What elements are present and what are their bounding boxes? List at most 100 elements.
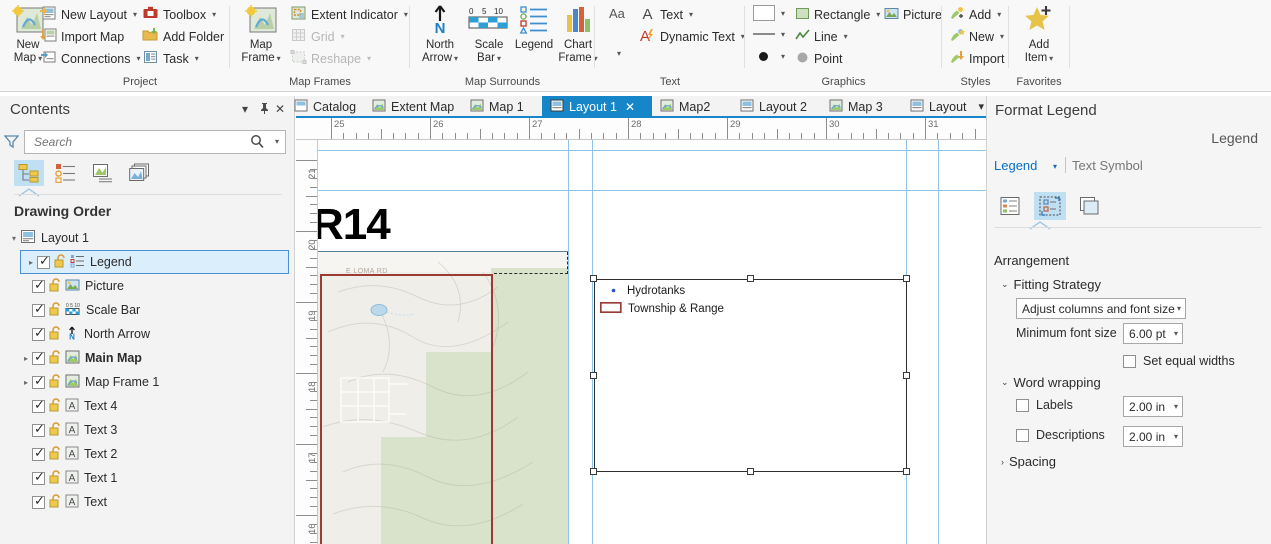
picture-button[interactable]: Picture [882,4,944,25]
search-icon[interactable] [250,134,265,153]
legend-arrangement-tab[interactable] [1034,192,1066,220]
line-symbol-caret-icon[interactable]: ▾ [781,31,785,39]
resize-handle-se[interactable] [903,468,910,475]
polygon-symbol-swatch[interactable] [753,5,775,21]
tree-item-picture[interactable]: Picture [0,274,295,298]
point-symbol-caret-icon[interactable]: ▾ [781,53,785,61]
set-equal-widths-row[interactable]: Set equal widths [1123,354,1235,368]
north-arrow-button[interactable]: N North Arrow ▾ [414,3,466,64]
expander-icon[interactable]: ▾ [8,234,20,243]
layout-page[interactable]: R14 E LOMA RD Hydrotanks Township & Rang… [318,140,986,544]
tab-extent-map[interactable]: Extent Map [364,96,462,118]
add-style-button[interactable]: Add ▾ [947,4,1003,25]
tree-item-text-1[interactable]: A Text 1 [0,466,295,490]
layer-visibility-checkbox[interactable] [32,493,46,509]
list-by-map-frames-tab[interactable] [125,160,155,186]
chevron-down-icon[interactable]: ▾ [876,10,880,19]
legend-element-dropdown[interactable]: Legend [994,158,1037,173]
wrap-labels-checkbox[interactable] [1016,398,1029,412]
wrap-labels-row[interactable]: Labels [1016,398,1073,412]
map-label-r14[interactable]: R14 [318,202,391,248]
contents-search-box[interactable]: ▾ [24,130,286,154]
layer-visibility-checkbox[interactable] [32,301,46,317]
search-options-caret-icon[interactable]: ▾ [275,138,279,146]
new-style-button[interactable]: New ▾ [947,26,1006,47]
layer-visibility-checkbox[interactable] [32,325,46,341]
tree-item-text-4[interactable]: A Text 4 [0,394,295,418]
new-layout-button[interactable]: New Layout ▾ [38,4,139,25]
add-item-button[interactable]: Add Item ▾ [1013,3,1065,64]
legend-element[interactable]: Hydrotanks Township & Range [594,279,907,472]
layer-visibility-checkbox[interactable] [32,421,46,437]
polygon-symbol-caret-icon[interactable]: ▾ [781,10,785,18]
layer-visibility-checkbox[interactable] [32,277,46,293]
chevron-down-icon[interactable]: ▾ [133,10,137,19]
tree-item-text-3[interactable]: A Text 3 [0,418,295,442]
text-symbol-tab[interactable]: Text Symbol [1072,158,1143,173]
chevron-down-icon[interactable]: ▾ [1174,402,1178,411]
layout-canvas[interactable]: 25262728293031323334 212019181716 R14 [296,118,986,544]
layer-visibility-checkbox[interactable] [32,445,46,461]
expander-icon[interactable]: ▸ [25,258,37,267]
resize-handle-sw[interactable] [590,468,597,475]
layer-visibility-checkbox[interactable] [32,469,46,485]
tree-item-text-2[interactable]: A Text 2 [0,442,295,466]
resize-handle-s[interactable] [747,468,754,475]
chevron-down-icon[interactable]: ▾ [195,54,199,63]
layer-visibility-checkbox[interactable] [32,349,46,365]
resize-handle-ne[interactable] [903,275,910,282]
resize-handle-n[interactable] [747,275,754,282]
tree-item-scale-bar[interactable]: 0 5 10 Scale Bar [0,298,295,322]
chevron-down-icon[interactable]: ▾ [689,10,693,19]
contents-pane-menu-icon[interactable]: ▾ [242,102,248,116]
vertical-ruler[interactable]: 21 20 19 18 17 16 [296,140,318,544]
expander-icon[interactable]: ▸ [20,378,32,387]
resize-handle-nw[interactable] [590,275,597,282]
import-style-button[interactable]: Import [947,48,1006,69]
spacing-section[interactable]: › Spacing [1001,454,1056,469]
legend-display-tab[interactable] [994,192,1026,220]
list-by-drawing-order-tab[interactable] [14,160,44,186]
text-button[interactable]: A Text ▾ [637,4,695,25]
legend-frame-tab[interactable] [1074,192,1106,220]
tab-overflow-icon[interactable]: ▾ [978,100,984,113]
chevron-down-icon[interactable]: ▾ [1174,432,1178,441]
wrap-labels-width-dropdown[interactable]: 2.00 in ▾ [1123,396,1183,417]
chevron-down-icon[interactable]: ▾ [1177,304,1181,313]
point-symbol-swatch[interactable] [759,52,768,61]
tab-layout-2[interactable]: Layout 2 [732,96,815,118]
tree-item-main-map[interactable]: ▸ Main Map [0,346,295,370]
toolbox-button[interactable]: Toolbox ▾ [140,4,218,25]
tab-layout-3[interactable]: Layout [902,96,975,118]
minimum-font-size-dropdown[interactable]: 6.00 pt ▾ [1123,323,1183,344]
chevron-down-icon[interactable]: ▾ [1000,32,1004,41]
chevron-down-icon[interactable]: ⌄ [1001,279,1009,290]
tree-item-north-arrow[interactable]: N North Arrow [0,322,295,346]
tree-item-legend[interactable]: ▸ Legend [20,250,289,274]
list-by-selection-tab[interactable] [51,160,81,186]
task-button[interactable]: Task ▾ [140,48,201,69]
horizontal-ruler[interactable]: 25262728293031323334 [296,118,986,140]
tab-map2[interactable]: Map2 [652,96,718,118]
set-equal-widths-checkbox[interactable] [1123,354,1136,368]
close-icon[interactable]: ✕ [625,100,635,114]
tree-item-text[interactable]: A Text [0,490,295,514]
contents-pane-close-icon[interactable]: ✕ [275,102,285,116]
wrap-descriptions-width-dropdown[interactable]: 2.00 in ▾ [1123,426,1183,447]
tab-map-1[interactable]: Map 1 [462,96,532,118]
line-symbol-swatch[interactable] [753,33,775,35]
import-map-button[interactable]: Import Map [38,26,126,47]
layer-visibility-checkbox[interactable] [32,397,46,413]
map-frame-button[interactable]: Map Frame ▾ [235,3,287,64]
add-folder-button[interactable]: Add Folder [140,26,226,47]
chevron-down-icon[interactable]: ▾ [212,10,216,19]
wrap-descriptions-checkbox[interactable] [1016,428,1029,442]
line-button[interactable]: Line ▾ [793,26,850,47]
chevron-down-icon[interactable]: ▾ [997,10,1001,19]
tree-item-map-frame-1[interactable]: ▸ Map Frame 1 [0,370,295,394]
tab-map-3[interactable]: Map 3 [821,96,891,118]
word-wrapping-section[interactable]: ⌄ Word wrapping [1001,375,1101,390]
resize-handle-e[interactable] [903,372,910,379]
layer-visibility-checkbox[interactable] [32,373,46,389]
extent-indicator-button[interactable]: Extent Indicator ▾ [288,4,410,25]
